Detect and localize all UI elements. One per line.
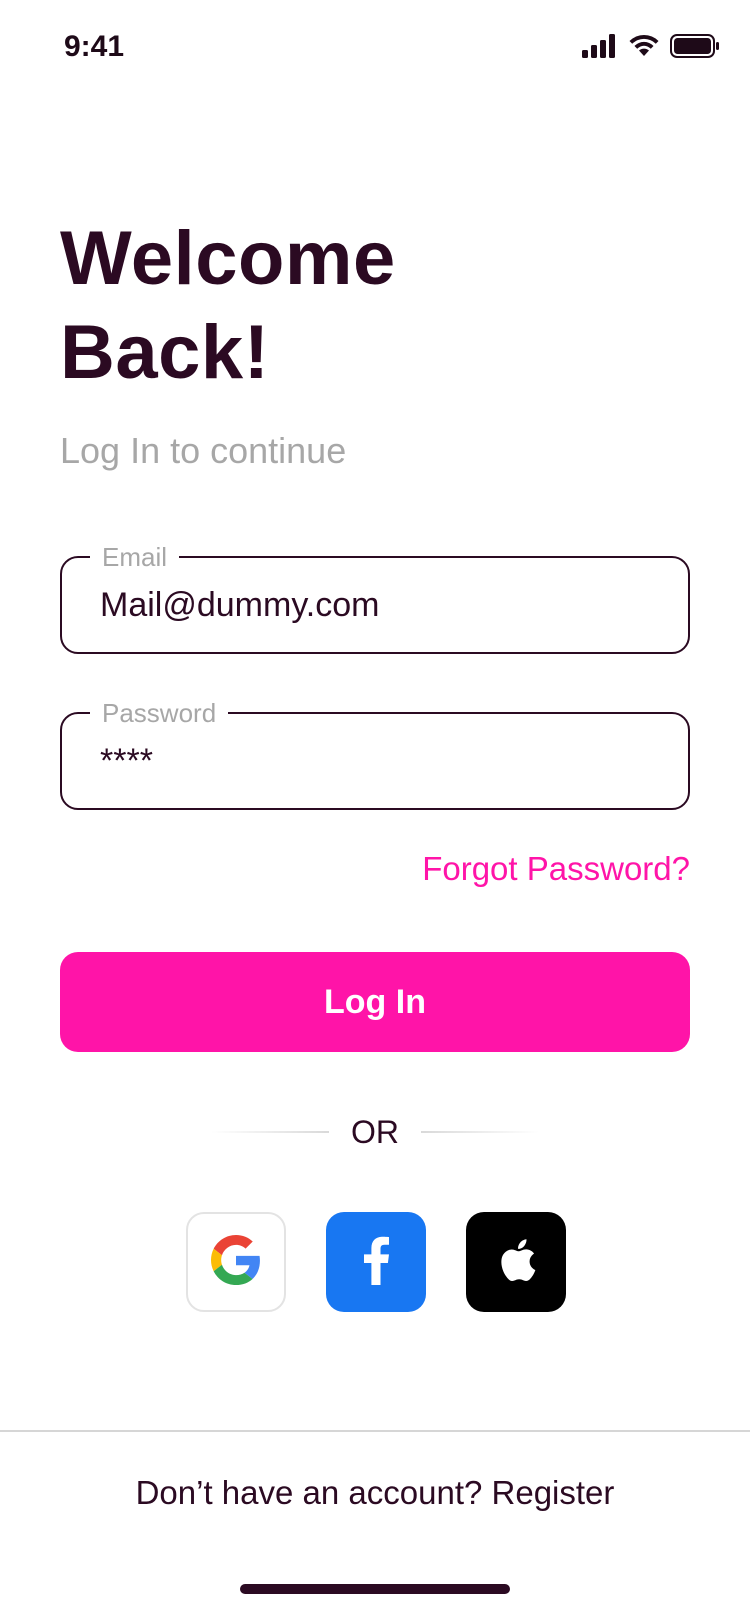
or-label: OR xyxy=(351,1113,399,1150)
facebook-icon xyxy=(361,1235,391,1290)
wifi-icon xyxy=(628,34,660,63)
google-login-button[interactable] xyxy=(186,1212,286,1312)
apple-login-button[interactable] xyxy=(466,1212,566,1312)
facebook-login-button[interactable] xyxy=(326,1212,426,1312)
or-line-right xyxy=(421,1131,539,1133)
or-line-left xyxy=(211,1131,329,1133)
battery-icon xyxy=(670,34,720,63)
register-prompt[interactable]: Don’t have an account? Register xyxy=(0,1474,750,1512)
email-input[interactable] xyxy=(100,580,660,630)
status-icons xyxy=(582,34,720,63)
status-time: 9:41 xyxy=(64,30,125,63)
email-label: Email xyxy=(90,540,180,574)
google-icon xyxy=(211,1234,261,1290)
status-bar: 9:41 xyxy=(0,0,750,100)
home-indicator xyxy=(240,1584,510,1594)
page-subtitle: Log In to continue xyxy=(60,430,347,471)
forgot-password-link[interactable]: Forgot Password? xyxy=(422,850,690,888)
password-label: Password xyxy=(90,696,229,730)
social-login-row xyxy=(186,1212,566,1312)
page-title: Welcome Back! xyxy=(60,216,396,395)
password-input[interactable] xyxy=(100,736,660,786)
login-button[interactable]: Log In xyxy=(60,952,690,1052)
password-field[interactable]: Password xyxy=(60,696,690,810)
signal-icon xyxy=(582,34,618,63)
footer-divider xyxy=(0,1430,750,1432)
or-divider: OR xyxy=(210,1110,540,1154)
apple-icon xyxy=(495,1235,537,1290)
email-field[interactable]: Email xyxy=(60,540,690,654)
